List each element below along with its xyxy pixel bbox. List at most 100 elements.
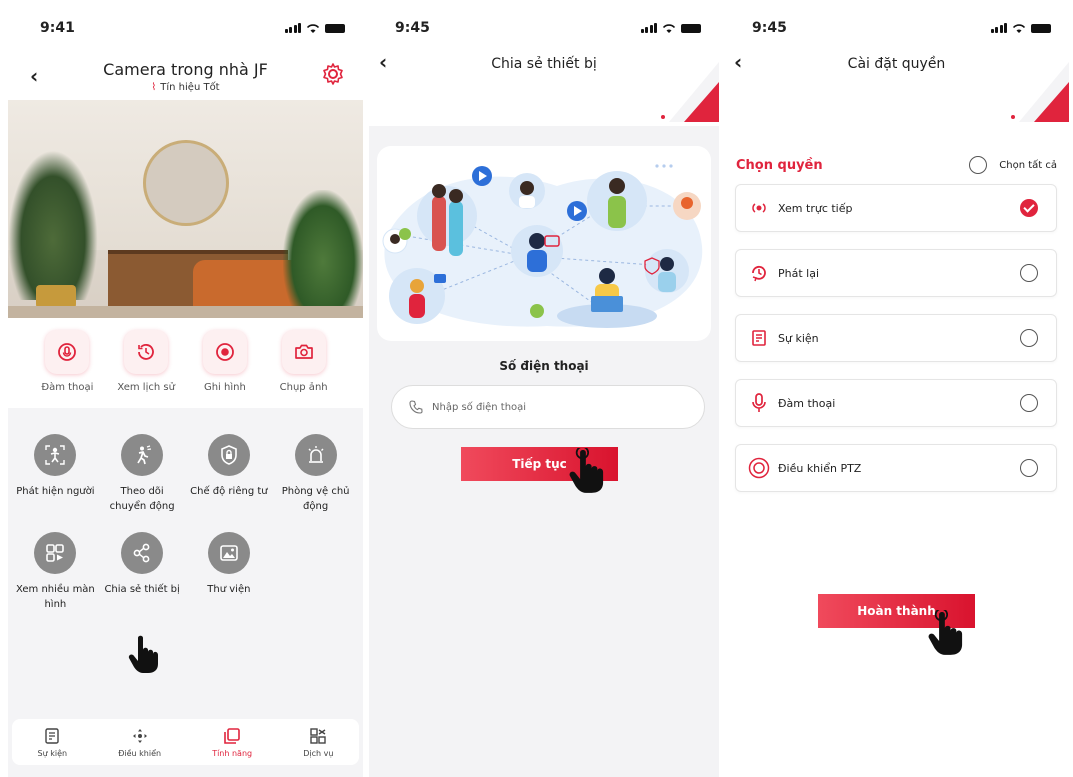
privacy-icon — [207, 434, 250, 476]
status-bar: 9:45 — [369, 6, 719, 50]
tab-control[interactable]: Điều khiển — [118, 727, 161, 758]
mirror — [143, 140, 229, 226]
action-label: Đàm thoại — [41, 382, 94, 393]
permission-checkbox[interactable] — [1020, 459, 1038, 477]
permission-events[interactable]: Sự kiện — [735, 314, 1057, 362]
signal-icon — [284, 23, 301, 33]
permission-checkbox[interactable] — [1020, 394, 1038, 412]
page-title: Camera trong nhà JF — [103, 60, 268, 79]
phone-number-input[interactable]: Nhập số điện thoại — [391, 385, 705, 429]
feature-share-device[interactable]: Chia sẻ thiết bị — [99, 532, 186, 612]
header-area: 9:45 ‹ Chia sẻ thiết bị — [369, 6, 719, 126]
permission-list: Xem trực tiếp Phát lại Sự kiện Đàm thoại… — [735, 184, 1057, 492]
playback-icon — [746, 264, 772, 282]
settings-gear-icon[interactable] — [321, 62, 345, 86]
ptz-icon — [746, 457, 772, 479]
signal-icon — [990, 23, 1007, 33]
feature-gallery[interactable]: Thư viện — [186, 532, 273, 612]
wifi-icon — [662, 23, 676, 33]
header-area: 9:41 ‹ Camera trong nhà JF ⌇ Tín hiệu Tốt — [8, 6, 363, 100]
services-icon — [310, 727, 327, 744]
tab-label: Dịch vụ — [303, 748, 334, 758]
permission-label: Đàm thoại — [778, 396, 836, 410]
tab-features[interactable]: Tính năng — [212, 727, 252, 758]
feature-label: Thư viện — [207, 584, 251, 595]
permission-playback[interactable]: Phát lại — [735, 249, 1057, 297]
feature-privacy[interactable]: Chế độ riêng tư — [186, 434, 273, 514]
action-label: Ghi hình — [203, 382, 246, 393]
control-icon — [132, 728, 147, 743]
gallery-icon — [207, 532, 250, 574]
nav-bar: ‹ Camera trong nhà JF ⌇ Tín hiệu Tốt — [8, 50, 363, 100]
feature-label: Xem nhiều màn hình — [15, 584, 95, 610]
feature-grid: Phát hiện người Theo dõi chuyển động Chế… — [8, 408, 363, 612]
action-snapshot[interactable]: Chụp ảnh — [269, 330, 339, 396]
tap-hand-icon — [128, 635, 158, 673]
action-history[interactable]: Xem lịch sử — [111, 330, 181, 396]
feature-label: Chế độ riêng tư — [190, 486, 268, 497]
status-time: 9:45 — [395, 20, 430, 36]
feature-multi-screen[interactable]: Xem nhiều màn hình — [12, 532, 99, 612]
battery-icon — [1031, 23, 1051, 33]
tab-label: Điều khiển — [118, 748, 162, 758]
battery-icon — [681, 23, 701, 33]
back-button[interactable]: ‹ — [734, 50, 742, 74]
permission-settings-screen: 9:45 ‹ Cài đặt quyền Chọn quyền Chọn tất… — [724, 6, 1069, 777]
quick-actions: Đàm thoại Xem lịch sử Ghi hình Chụp ảnh — [8, 318, 363, 408]
feature-label: Phòng vệ chủ động — [281, 486, 350, 512]
wifi-icon — [306, 23, 320, 33]
action-record[interactable]: Ghi hình — [190, 330, 260, 396]
status-time: 9:41 — [40, 20, 75, 36]
status-bar: 9:41 — [8, 6, 363, 50]
bottom-tab-bar: Sự kiện Điều khiển Tính năng Dịch vụ — [12, 719, 359, 765]
feature-label: Theo dõi chuyển động — [109, 486, 175, 512]
feature-label: Chia sẻ thiết bị — [104, 584, 180, 595]
permission-checkbox[interactable] — [1020, 199, 1038, 217]
permission-header: Chọn quyền Chọn tất cả — [724, 156, 1069, 174]
feature-person-detect[interactable]: Phát hiện người — [12, 434, 99, 514]
signal-label: Tín hiệu Tốt — [160, 82, 220, 93]
alarm-icon — [294, 434, 337, 476]
system-icons — [284, 23, 345, 34]
system-icons — [640, 23, 701, 34]
permission-live-view[interactable]: Xem trực tiếp — [735, 184, 1057, 232]
signal-icon — [640, 23, 657, 33]
history-icon — [124, 330, 169, 374]
tab-events[interactable]: Sự kiện — [37, 727, 68, 758]
microphone-icon — [746, 393, 772, 413]
features-icon — [224, 727, 240, 744]
event-list-icon — [746, 329, 772, 347]
permission-checkbox[interactable] — [1020, 329, 1038, 347]
multi-screen-icon — [34, 532, 77, 574]
share-illustration — [377, 146, 711, 341]
tab-label: Tính năng — [212, 748, 253, 758]
motion-track-icon — [121, 434, 164, 476]
tab-services[interactable]: Dịch vụ — [303, 727, 333, 758]
live-camera-view[interactable] — [8, 100, 363, 318]
status-bar: 9:45 — [724, 6, 1069, 50]
permission-checkbox[interactable] — [1020, 264, 1038, 282]
back-button[interactable]: ‹ — [30, 64, 38, 88]
share-device-screen: 9:45 ‹ Chia sẻ thiết bị Số điện thoại Nh… — [369, 6, 719, 777]
feature-active-defense[interactable]: Phòng vệ chủ động — [272, 434, 359, 514]
permission-label: Điều khiển PTZ — [778, 461, 862, 475]
wifi-icon — [1012, 23, 1026, 33]
person-detect-icon — [34, 434, 77, 476]
status-time: 9:45 — [752, 20, 787, 36]
system-icons — [990, 23, 1051, 34]
action-intercom[interactable]: Đàm thoại — [32, 330, 102, 396]
select-all-toggle[interactable]: Chọn tất cả — [969, 156, 1057, 174]
permission-ptz[interactable]: Điều khiển PTZ — [735, 444, 1057, 492]
back-button[interactable]: ‹ — [379, 50, 387, 74]
record-icon — [202, 330, 247, 374]
select-all-radio[interactable] — [969, 156, 988, 174]
permission-intercom[interactable]: Đàm thoại — [735, 379, 1057, 427]
select-all-label: Chọn tất cả — [999, 159, 1057, 171]
choose-permission-label: Chọn quyền — [736, 157, 823, 173]
feature-motion-track[interactable]: Theo dõi chuyển động — [99, 434, 186, 514]
tab-label: Sự kiện — [37, 748, 68, 758]
tap-hand-icon — [569, 448, 604, 493]
event-icon — [45, 727, 60, 744]
live-icon — [746, 201, 772, 215]
header-decoration — [661, 62, 719, 122]
